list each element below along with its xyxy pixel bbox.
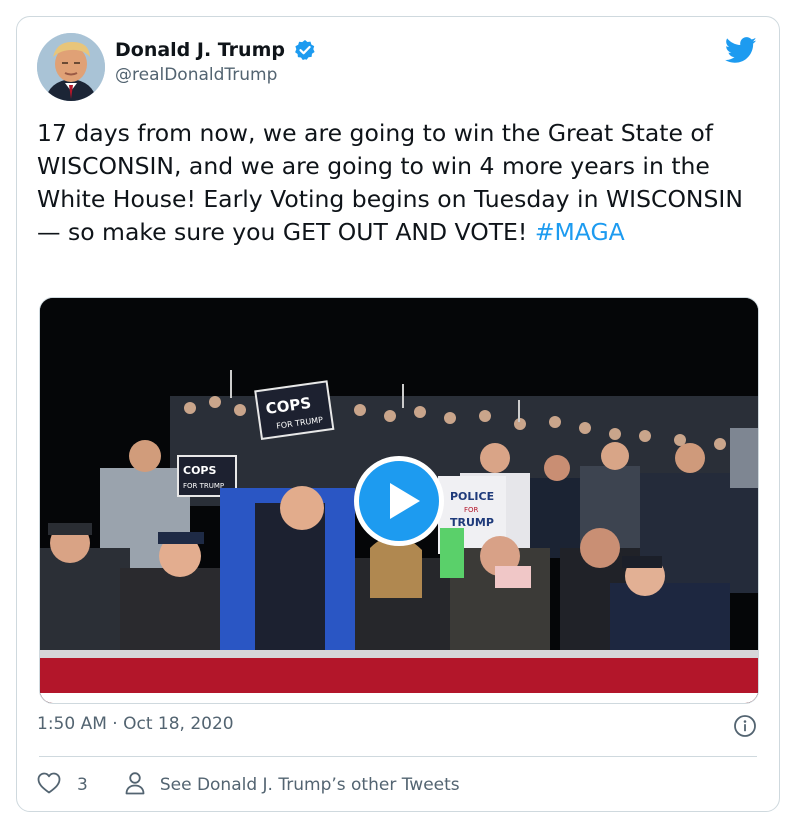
tweet-card: Donald J. Trump @realDonaldTrump 17 days…: [16, 16, 780, 812]
play-button[interactable]: [354, 456, 444, 546]
info-icon[interactable]: [733, 714, 757, 738]
author-display-name[interactable]: Donald J. Trump: [115, 39, 285, 61]
heart-icon: [37, 772, 61, 799]
hashtag-link[interactable]: #MAGA: [535, 218, 625, 246]
tweet-actions: 3 See Donald J. Trump’s other Tweets: [37, 771, 460, 799]
svg-text:FOR TRUMP: FOR TRUMP: [183, 482, 224, 490]
svg-text:TRUMP: TRUMP: [450, 516, 494, 529]
avatar[interactable]: [37, 33, 105, 101]
author-handle[interactable]: @realDonaldTrump: [115, 65, 316, 85]
svg-text:FOR: FOR: [464, 506, 479, 514]
author-block: Donald J. Trump @realDonaldTrump: [115, 39, 316, 85]
divider: [39, 756, 757, 757]
like-button[interactable]: 3: [37, 772, 88, 799]
svg-text:POLICE: POLICE: [450, 490, 494, 503]
tweet-body: 17 days from now, we are going to win th…: [37, 119, 743, 246]
verified-badge-icon: [294, 39, 316, 61]
like-count: 3: [77, 775, 88, 795]
play-icon: [390, 483, 420, 519]
video-player[interactable]: COPS FOR TRUMP COPS FOR TRUMP POLICE FOR…: [39, 297, 759, 704]
svg-text:COPS: COPS: [183, 464, 216, 477]
twitter-bird-icon[interactable]: [724, 37, 757, 64]
other-tweets-link[interactable]: See Donald J. Trump’s other Tweets: [124, 771, 460, 800]
other-tweets-label: See Donald J. Trump’s other Tweets: [159, 775, 460, 795]
tweet-text: 17 days from now, we are going to win th…: [37, 117, 757, 249]
tweet-timestamp[interactable]: 1:50 AM · Oct 18, 2020: [37, 714, 234, 734]
person-icon: [124, 771, 146, 800]
